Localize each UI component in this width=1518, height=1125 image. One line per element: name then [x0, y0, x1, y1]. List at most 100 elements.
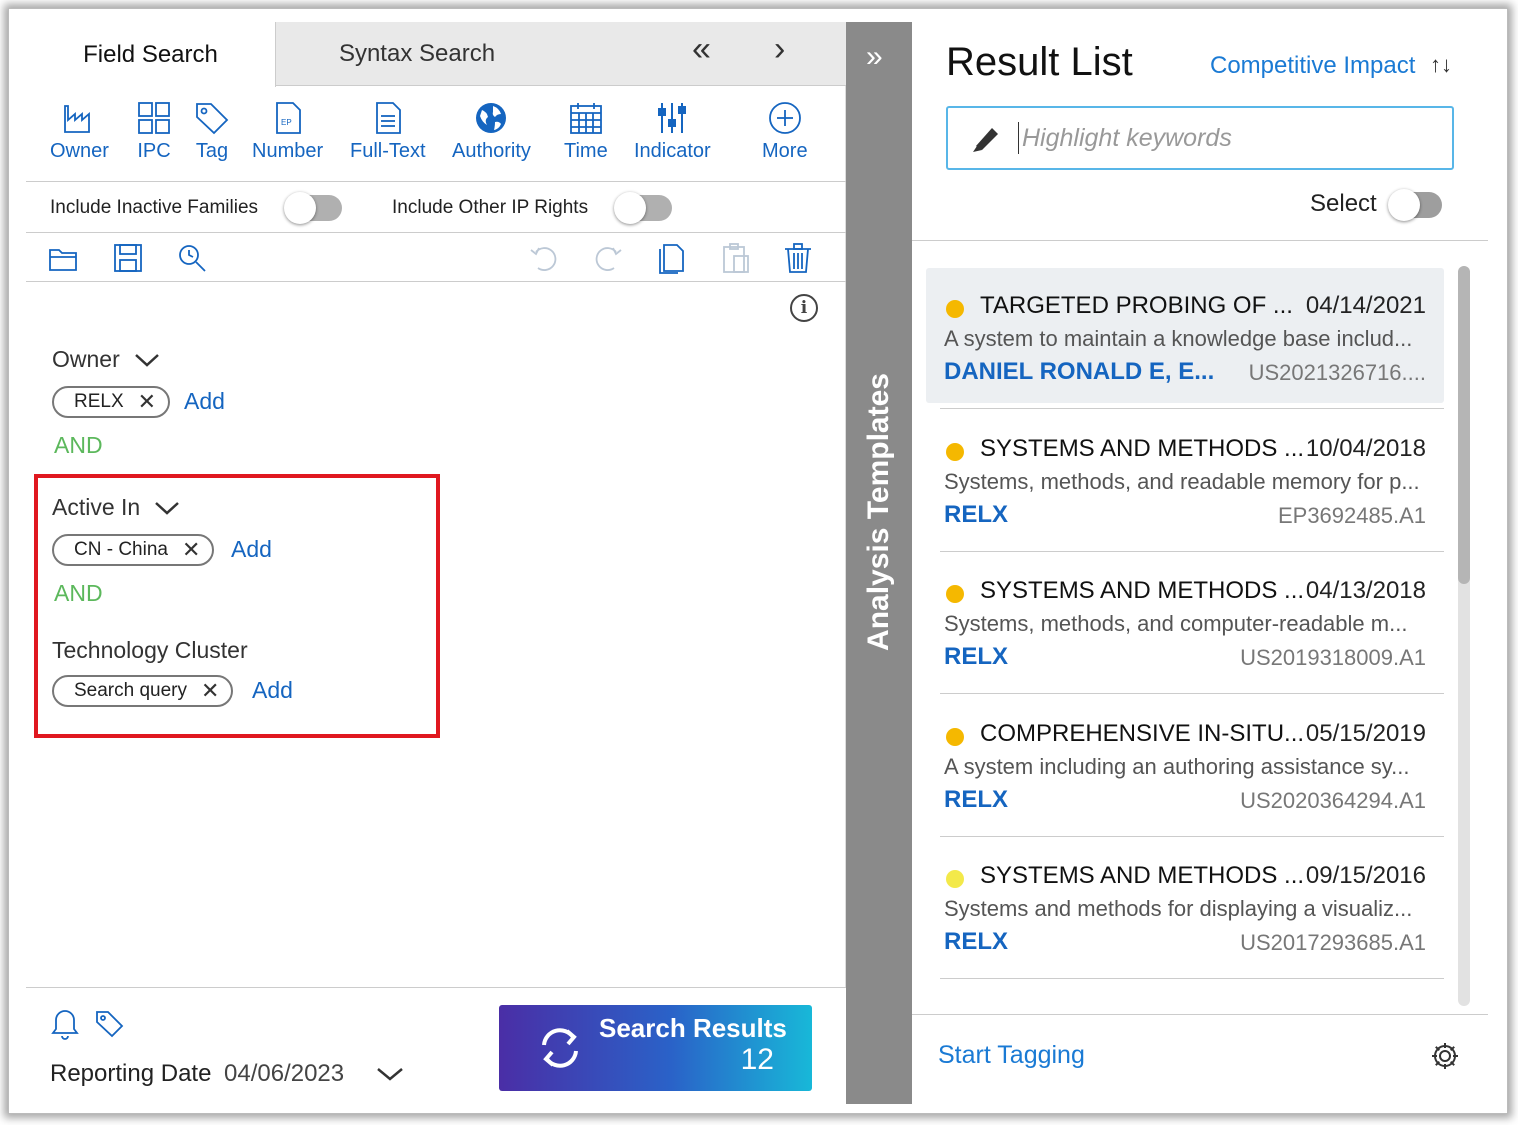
toggle-knob — [284, 192, 316, 224]
status-dot — [946, 728, 964, 746]
sort-direction-icon[interactable]: ↑↓ — [1430, 52, 1452, 78]
info-icon[interactable]: i — [790, 294, 818, 322]
result-owner[interactable]: DANIEL RONALD E, E... — [944, 358, 1214, 386]
result-list-title: Result List — [946, 40, 1133, 84]
toggle-knob — [1388, 189, 1420, 221]
chevron-down-icon — [134, 353, 159, 367]
result-title: SYSTEMS AND METHODS ... — [980, 577, 1305, 604]
tool-tag[interactable]: Tag — [194, 100, 230, 163]
status-dot — [946, 870, 964, 888]
tool-indicator[interactable]: Indicator — [634, 100, 711, 163]
result-description: A system to maintain a knowledge base in… — [944, 326, 1413, 351]
select-toggle[interactable] — [1388, 189, 1442, 221]
tab-syntax-search[interactable]: Syntax Search — [276, 22, 558, 86]
start-tagging-link[interactable]: Start Tagging — [938, 1041, 1085, 1070]
highlight-keywords-input[interactable]: Highlight keywords — [946, 106, 1454, 170]
tab-field-search[interactable]: Field Search — [26, 22, 276, 87]
result-owner[interactable]: RELX — [944, 501, 1008, 529]
status-dot — [946, 585, 964, 603]
remove-icon[interactable]: ✕ — [138, 389, 156, 415]
tool-number-label: Number — [252, 140, 324, 162]
tool-number[interactable]: EP Number — [252, 100, 323, 163]
highlighter-icon — [973, 128, 998, 152]
result-footer: Start Tagging — [912, 1014, 1488, 1104]
grid-icon — [138, 102, 170, 134]
refresh-icon — [542, 1028, 578, 1068]
result-item[interactable]: SYSTEMS AND METHODS ... 10/04/2018 Syste… — [926, 411, 1444, 552]
tab-bar: Field Search Syntax Search « › — [26, 22, 846, 87]
result-scrollbar[interactable] — [1458, 266, 1470, 1006]
tool-owner[interactable]: Owner — [50, 100, 109, 163]
other-ip-rights-toggle[interactable] — [614, 192, 672, 224]
tag-icon — [196, 103, 229, 135]
tool-ipc[interactable]: IPC — [136, 100, 172, 163]
annotation-highlight-box — [34, 474, 440, 738]
result-separator — [940, 408, 1444, 409]
result-publication-number: US2019318009.A1 — [1240, 645, 1426, 670]
highlight-keywords-placeholder: Highlight keywords — [1022, 124, 1232, 152]
tool-authority[interactable]: Authority — [452, 100, 531, 163]
divider — [912, 240, 1488, 241]
collapse-double-left-icon[interactable]: « — [692, 30, 711, 69]
result-owner[interactable]: RELX — [944, 928, 1008, 956]
scrollbar-thumb[interactable] — [1458, 266, 1470, 584]
result-publication-number: US2017293685.A1 — [1240, 930, 1426, 955]
result-date: 10/04/2018 — [1305, 435, 1426, 462]
result-item[interactable]: SYSTEMS AND METHODS ... 04/13/2018 Syste… — [926, 553, 1444, 694]
status-dot — [946, 443, 964, 461]
folder-open-icon[interactable] — [48, 242, 80, 274]
options-row: Include Inactive Families Include Other … — [26, 183, 846, 233]
tag-icon[interactable] — [94, 1008, 124, 1038]
result-date: 04/14/2021 — [1305, 292, 1426, 319]
search-history-icon[interactable] — [176, 242, 208, 274]
gear-icon[interactable] — [1430, 1041, 1460, 1071]
analysis-templates-strip[interactable]: » Analysis Templates — [846, 22, 912, 1104]
svg-text:EP: EP — [281, 118, 292, 127]
document-text-icon — [375, 102, 401, 134]
analysis-templates-title: Analysis Templates — [862, 373, 895, 651]
chevron-right-icon[interactable]: › — [774, 30, 785, 69]
search-results-button[interactable]: Search Results 12 — [499, 1005, 812, 1091]
result-owner[interactable]: RELX — [944, 643, 1008, 671]
ep-document-icon: EP — [275, 102, 301, 134]
expand-double-right-icon[interactable]: » — [866, 40, 883, 74]
paste-icon[interactable] — [720, 242, 752, 274]
bell-icon[interactable] — [50, 1008, 80, 1040]
globe-icon — [476, 103, 507, 133]
undo-icon[interactable] — [528, 242, 560, 274]
reporting-date-label: Reporting Date — [50, 1060, 212, 1087]
sort-by-link[interactable]: Competitive Impact — [1210, 52, 1415, 80]
result-date: 04/13/2018 — [1305, 577, 1426, 604]
owner-field-label[interactable]: Owner — [52, 346, 160, 373]
result-item[interactable]: TARGETED PROBING OF ... 04/14/2021 A sys… — [926, 268, 1444, 409]
factory-icon — [64, 105, 91, 133]
result-item[interactable]: COMPREHENSIVE IN-SITU... 05/15/2019 A sy… — [926, 696, 1444, 837]
search-results-label: Search Results — [599, 1013, 787, 1043]
result-item[interactable]: SYSTEMS AND METHODS ... 09/15/2016 Syste… — [926, 838, 1444, 979]
copy-icon[interactable] — [656, 242, 688, 274]
status-dot — [946, 300, 964, 318]
tool-more[interactable]: More — [762, 100, 808, 163]
result-separator — [940, 836, 1444, 837]
tool-time[interactable]: Time — [564, 100, 608, 163]
and-operator[interactable]: AND — [54, 432, 103, 459]
result-title: SYSTEMS AND METHODS ... — [980, 435, 1305, 462]
owner-chip-text: RELX — [74, 391, 124, 412]
result-description: Systems and methods for displaying a vis… — [944, 896, 1413, 921]
field-toolbar: Owner IPC Tag EP Number Full-Text Author… — [26, 86, 846, 182]
chevron-down-icon[interactable] — [376, 1066, 404, 1082]
owner-field-text: Owner — [52, 346, 120, 372]
tool-full-text[interactable]: Full-Text — [350, 100, 426, 163]
inactive-families-toggle[interactable] — [284, 192, 342, 224]
owner-add-link[interactable]: Add — [184, 388, 225, 415]
trash-icon[interactable] — [782, 242, 814, 274]
owner-chip[interactable]: RELX ✕ — [52, 386, 171, 418]
result-separator — [940, 551, 1444, 552]
redo-icon[interactable] — [592, 242, 624, 274]
tool-tag-label: Tag — [195, 140, 229, 162]
result-title: TARGETED PROBING OF ... — [980, 292, 1293, 319]
other-ip-rights-label: Include Other IP Rights — [392, 197, 589, 218]
save-icon[interactable] — [112, 242, 144, 274]
reporting-date-value[interactable]: 04/06/2023 — [224, 1060, 344, 1088]
result-owner[interactable]: RELX — [944, 786, 1008, 814]
